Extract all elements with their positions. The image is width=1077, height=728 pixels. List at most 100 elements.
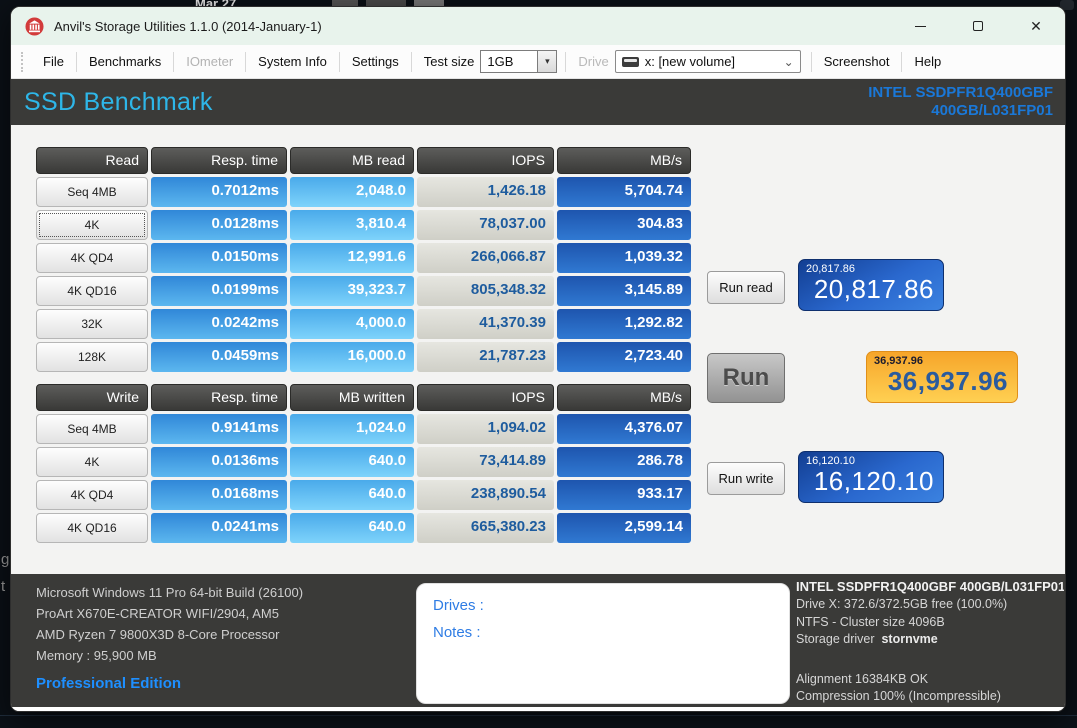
cell-mbs: 1,039.32 [557,243,691,273]
cell-iops: 238,890.54 [417,480,554,510]
write-header: Write [36,384,148,411]
cell-mb-read: 4,000.0 [290,309,414,339]
menu-separator [75,51,77,72]
read-row-button-4kqd4[interactable]: 4K QD4 [36,243,148,273]
status-footer: Microsoft Windows 11 Pro 64-bit Build (2… [11,574,1065,707]
read-score-box: 20,817.86 20,817.86 [798,259,944,311]
total-score-value: 36,937.96 [887,366,1008,396]
menu-settings[interactable]: Settings [342,54,409,69]
storage-driver-label: Storage driver [796,632,875,646]
test-size-value[interactable]: 1GB [480,50,539,73]
titlebar: Anvil's Storage Utilities 1.1.0 (2014-Ja… [11,7,1065,45]
storage-driver-line: Storage driver stornvme [796,631,1064,649]
toolbar-grip[interactable] [21,51,25,72]
cell-mbs: 3,145.89 [557,276,691,306]
memory-line: Memory : 95,900 MB [36,648,157,663]
drives-notes-box[interactable]: Drives : Notes : [416,583,790,704]
run-write-button[interactable]: Run write [707,462,785,495]
write-row-button-4k[interactable]: 4K [36,447,148,477]
os-line: Microsoft Windows 11 Pro 64-bit Build (2… [36,585,304,600]
drive-filesystem: NTFS - Cluster size 4096B [796,614,945,629]
read-row-button-seq4mb[interactable]: Seq 4MB [36,177,148,207]
menu-separator [810,51,812,72]
cell-iops: 266,066.87 [417,243,554,273]
menu-help[interactable]: Help [904,54,951,69]
write-row-button-seq4mb[interactable]: Seq 4MB [36,414,148,444]
menu-separator [410,51,412,72]
close-icon: ✕ [1030,18,1042,34]
run-read-button[interactable]: Run read [707,271,785,304]
cell-mb-written: 640.0 [290,513,414,543]
cell-iops: 805,348.32 [417,276,554,306]
menu-separator [901,51,903,72]
cell-mb-written: 640.0 [290,447,414,477]
read-row-button-4kqd16[interactable]: 4K QD16 [36,276,148,306]
cell-mb-read: 39,323.7 [290,276,414,306]
read-row-button-4k[interactable]: 4K [36,210,148,240]
menu-system-info[interactable]: System Info [248,54,337,69]
device-line1: INTEL SSDPFR1Q400GBF [868,84,1053,101]
run-button[interactable]: Run [707,353,785,403]
edition-label: Professional Edition [36,675,182,692]
app-icon [25,16,44,36]
iops-header: IOPS [417,384,554,411]
write-score-value: 16,120.10 [813,466,934,496]
cell-resp-time: 0.0136ms [151,447,287,477]
cell-mb-read: 12,991.6 [290,243,414,273]
drive-value: x: [new volume] [644,54,736,69]
cell-mb-written: 1,024.0 [290,414,414,444]
read-row-button-32k[interactable]: 32K [36,309,148,339]
storage-driver-value: stornvme [881,632,938,646]
cell-mbs: 2,599.14 [557,513,691,543]
test-size-combobox[interactable]: 1GB ▾ [480,50,558,73]
maximize-button[interactable] [949,7,1007,45]
cell-resp-time: 0.0459ms [151,342,287,372]
main-area: Read Resp. time MB read IOPS MB/s Seq 4M… [11,125,1065,574]
cell-mbs: 2,723.40 [557,342,691,372]
cell-iops: 73,414.89 [417,447,554,477]
cell-iops: 41,370.39 [417,309,554,339]
write-row-button-4kqd4[interactable]: 4K QD4 [36,480,148,510]
maximize-icon [973,21,983,31]
cell-resp-time: 0.0168ms [151,480,287,510]
cell-mb-read: 16,000.0 [290,342,414,372]
window-title: Anvil's Storage Utilities 1.1.0 (2014-Ja… [54,18,322,34]
drive-model: INTEL SSDPFR1Q400GBF 400GB/L031FP01 [796,579,1064,594]
app-window: Anvil's Storage Utilities 1.1.0 (2014-Ja… [10,6,1066,712]
cell-resp-time: 0.0241ms [151,513,287,543]
write-row-button-4kqd16[interactable]: 4K QD16 [36,513,148,543]
motherboard-line: ProArt X670E-CREATOR WIFI/2904, AM5 [36,606,279,621]
desktop-text-fragment: g [1,551,10,568]
resp-time-header: Resp. time [151,147,287,174]
read-row-button-128k[interactable]: 128K [36,342,148,372]
cell-iops: 665,380.23 [417,513,554,543]
cell-mbs: 5,704.74 [557,177,691,207]
cell-resp-time: 0.0150ms [151,243,287,273]
menu-separator [173,51,175,72]
cell-mbs: 1,292.82 [557,309,691,339]
mbs-header: MB/s [557,147,691,174]
test-size-dropdown-button[interactable]: ▾ [538,50,558,73]
menu-benchmarks[interactable]: Benchmarks [79,54,171,69]
drive-free-space: Drive X: 372.6/372.5GB free (100.0%) [796,597,1008,611]
cell-iops: 1,426.18 [417,177,554,207]
read-table: Read Resp. time MB read IOPS MB/s Seq 4M… [36,147,691,372]
test-size-label: Test size [423,54,475,69]
drive-combobox[interactable]: x: [new volume] ⌄ [614,50,801,73]
cell-resp-time: 0.9141ms [151,414,287,444]
menu-separator [565,51,567,72]
desktop-text-fragment: t [1,578,6,595]
menu-screenshot[interactable]: Screenshot [814,54,900,69]
dropdown-arrow-icon: ▾ [545,56,550,66]
cell-mbs: 4,376.07 [557,414,691,444]
notes-label: Notes : [433,624,481,641]
menubar: File Benchmarks IOmeter System Info Sett… [11,45,1065,79]
mbs-header: MB/s [557,384,691,411]
mb-read-header: MB read [290,147,414,174]
menu-file[interactable]: File [33,54,74,69]
cpu-line: AMD Ryzen 7 9800X3D 8-Core Processor [36,627,280,642]
close-button[interactable]: ✕ [1007,7,1065,45]
cell-resp-time: 0.0199ms [151,276,287,306]
minimize-button[interactable] [891,7,949,45]
